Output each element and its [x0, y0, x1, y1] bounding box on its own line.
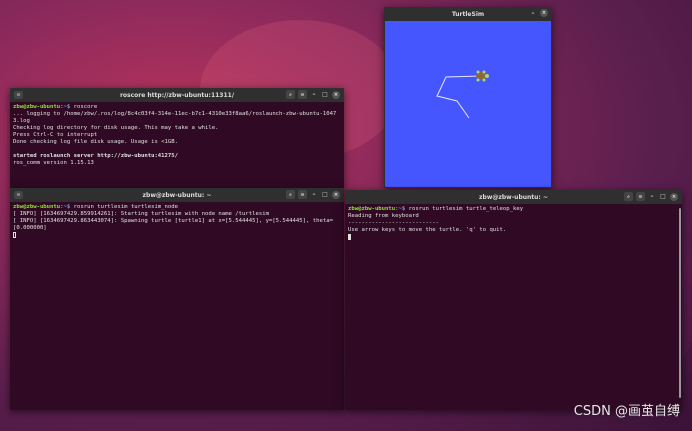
- minimize-icon[interactable]: –: [529, 9, 537, 17]
- window-title: roscore http://zbw-ubuntu:11311/: [119, 91, 235, 99]
- window-titlebar[interactable]: TurtleSim – ×: [384, 7, 552, 21]
- window-titlebar[interactable]: ≡ roscore http://zbw-ubuntu:11311/ ⌕ ≡ –…: [10, 88, 344, 102]
- search-icon[interactable]: ⌕: [286, 90, 295, 99]
- close-icon[interactable]: ×: [540, 9, 548, 17]
- prompt-path: :~$: [60, 104, 71, 110]
- window-titlebar[interactable]: zbw@zbw-ubuntu: ~ ⌕ ≡ – □ ×: [345, 190, 682, 204]
- terminal-output[interactable]: zbw@zbw-ubuntu:~$ rosrun turtlesim turtl…: [10, 202, 344, 242]
- prompt-path: :~$: [395, 206, 406, 212]
- hamburger-icon[interactable]: ≡: [298, 190, 307, 199]
- maximize-icon[interactable]: □: [659, 193, 667, 201]
- hamburger-icon[interactable]: ≡: [636, 192, 645, 201]
- prompt-user: zbw@zbw-ubuntu: [13, 104, 61, 110]
- maximize-icon[interactable]: □: [321, 91, 329, 99]
- terminal-icon: ≡: [14, 91, 23, 99]
- output-line: ---------------------------: [348, 220, 439, 226]
- turtle-path-svg: [436, 70, 489, 119]
- search-icon[interactable]: ⌕: [624, 192, 633, 201]
- output-line: Reading from keyboard: [348, 213, 419, 219]
- output-line: ros_comm version 1.15.13: [13, 160, 94, 166]
- close-icon[interactable]: ×: [670, 192, 678, 201]
- window-title: zbw@zbw-ubuntu: ~: [479, 193, 548, 201]
- output-line: Checking log directory for disk usage. T…: [13, 125, 219, 131]
- turtlesim-window[interactable]: TurtleSim – ×: [384, 7, 552, 188]
- output-line: [ INFO] [1634697429.863443074]: Spawning…: [13, 218, 333, 231]
- text-cursor: [13, 232, 16, 238]
- hamburger-icon[interactable]: ≡: [298, 90, 307, 99]
- command-text: rosrun turtlesim turtle_teleop_key: [405, 206, 524, 212]
- turtle-icon: [476, 70, 489, 82]
- output-line: ... logging to /home/zbw/.ros/log/8c4c03…: [13, 111, 337, 124]
- maximize-icon[interactable]: □: [321, 191, 329, 199]
- window-titlebar[interactable]: ≡ zbw@zbw-ubuntu: ~ ⌕ ≡ – □ ×: [10, 188, 344, 202]
- roscore-terminal-window[interactable]: ≡ roscore http://zbw-ubuntu:11311/ ⌕ ≡ –…: [10, 88, 344, 188]
- command-text: roscore: [70, 104, 98, 110]
- window-title: TurtleSim: [451, 10, 485, 18]
- window-title: zbw@zbw-ubuntu: ~: [142, 191, 212, 199]
- teleop-terminal-window[interactable]: zbw@zbw-ubuntu: ~ ⌕ ≡ – □ × zbw@zbw-ubun…: [345, 190, 682, 410]
- close-icon[interactable]: ×: [332, 190, 340, 199]
- turtlesim-canvas: [385, 21, 551, 187]
- search-icon[interactable]: ⌕: [286, 190, 295, 199]
- terminal-icon: ≡: [14, 191, 23, 199]
- prompt-user: zbw@zbw-ubuntu: [13, 204, 61, 210]
- scrollbar[interactable]: [679, 208, 681, 398]
- output-line: Use arrow keys to move the turtle. 'q' t…: [348, 227, 507, 233]
- minimize-icon[interactable]: –: [648, 193, 656, 201]
- minimize-icon[interactable]: –: [310, 91, 318, 99]
- terminal-output[interactable]: zbw@zbw-ubuntu:~$ roscore ... logging to…: [10, 102, 344, 169]
- output-line: Done checking log file disk usage. Usage…: [13, 139, 179, 145]
- turtle-trail: [436, 75, 482, 119]
- output-line: [ INFO] [1634697429.859914261]: Starting…: [13, 211, 269, 217]
- watermark: CSDN @画茧自缚: [573, 404, 680, 419]
- turtlesim-terminal-window[interactable]: ≡ zbw@zbw-ubuntu: ~ ⌕ ≡ – □ × zbw@zbw-ub…: [10, 188, 344, 410]
- terminal-output[interactable]: zbw@zbw-ubuntu:~$ rosrun turtlesim turtl…: [345, 204, 682, 244]
- prompt-path: :~$: [60, 204, 71, 210]
- text-cursor: [348, 234, 351, 240]
- output-line: Press Ctrl-C to interrupt: [13, 132, 98, 138]
- minimize-icon[interactable]: –: [310, 191, 318, 199]
- close-icon[interactable]: ×: [332, 90, 340, 99]
- output-line: started roslaunch server http://zbw-ubun…: [13, 153, 179, 159]
- prompt-user: zbw@zbw-ubuntu: [348, 206, 396, 212]
- command-text: rosrun turtlesim turtlesim_node: [70, 204, 179, 210]
